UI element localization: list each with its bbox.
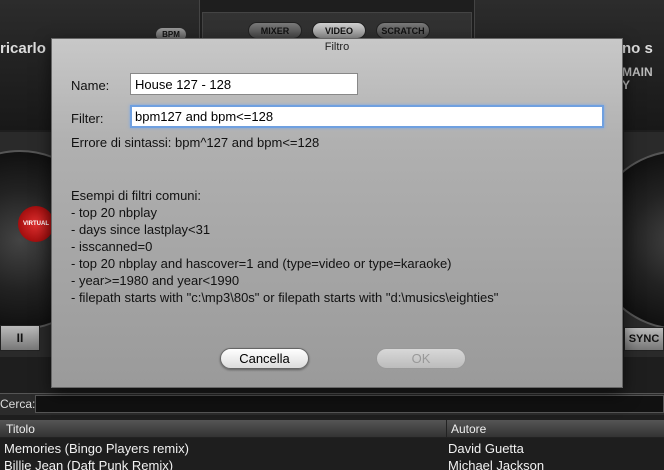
example-line: - days since lastplay<31 — [71, 222, 211, 237]
row-title: Billie Jean (Daft Punk Remix) — [4, 458, 174, 470]
pause-button[interactable]: II — [0, 325, 40, 351]
search-input[interactable] — [35, 395, 664, 413]
column-header-author[interactable]: Autore — [451, 422, 486, 436]
column-separator[interactable] — [446, 420, 447, 438]
table-row[interactable]: Billie Jean (Daft Punk Remix) Michael Ja… — [0, 457, 664, 470]
column-header-title[interactable]: Titolo — [6, 422, 35, 436]
example-line: - year>=1980 and year<1990 — [71, 273, 240, 288]
right-deck-subtitle-line2: Y — [622, 78, 631, 92]
example-line: - top 20 nbplay and hascover=1 and (type… — [71, 256, 452, 271]
row-author: Michael Jackson — [448, 458, 545, 470]
examples-heading: Esempi di filtri comuni: — [71, 188, 202, 203]
table-row[interactable]: Memories (Bingo Players remix) David Gue… — [0, 440, 664, 458]
left-deck-title: ricarlo — [0, 40, 46, 57]
row-author: David Guetta — [448, 441, 524, 456]
example-line: - isscanned=0 — [71, 239, 153, 254]
filter-dialog: Filtro Name: Filter: Errore di sintassi:… — [51, 38, 623, 388]
scratch-mode-button[interactable]: SCRATCH — [376, 22, 430, 39]
filter-field[interactable] — [130, 105, 604, 128]
example-line: - top 20 nbplay — [71, 205, 158, 220]
right-deck-subtitle: MAIN Y — [622, 66, 653, 92]
dialog-title: Filtro — [324, 41, 350, 53]
video-mode-button[interactable]: VIDEO — [312, 22, 366, 39]
cancel-button[interactable]: Cancella — [220, 348, 309, 369]
ok-button[interactable]: OK — [376, 348, 466, 369]
syntax-error-message: Errore di sintassi: bpm^127 and bpm<=128 — [71, 135, 320, 150]
name-label: Name: — [71, 78, 110, 93]
right-deck-title: no s — [622, 40, 653, 57]
row-title: Memories (Bingo Players remix) — [4, 441, 189, 456]
example-line: - filepath starts with "c:\mp3\80s" or f… — [71, 290, 499, 305]
name-field[interactable] — [130, 73, 358, 95]
filter-label: Filter: — [71, 111, 104, 126]
mixer-mode-button[interactable]: MIXER — [248, 22, 302, 39]
search-label: Cerca: — [0, 397, 36, 411]
table-header — [0, 420, 664, 438]
right-deck-subtitle-line1: MAIN — [622, 65, 653, 79]
app-window: MIXER VIDEO SCRATCH BPM ricarlo no s MAI… — [0, 0, 664, 470]
virtual-label: VIRTUAL — [18, 206, 54, 242]
sync-button[interactable]: SYNC — [624, 327, 664, 351]
